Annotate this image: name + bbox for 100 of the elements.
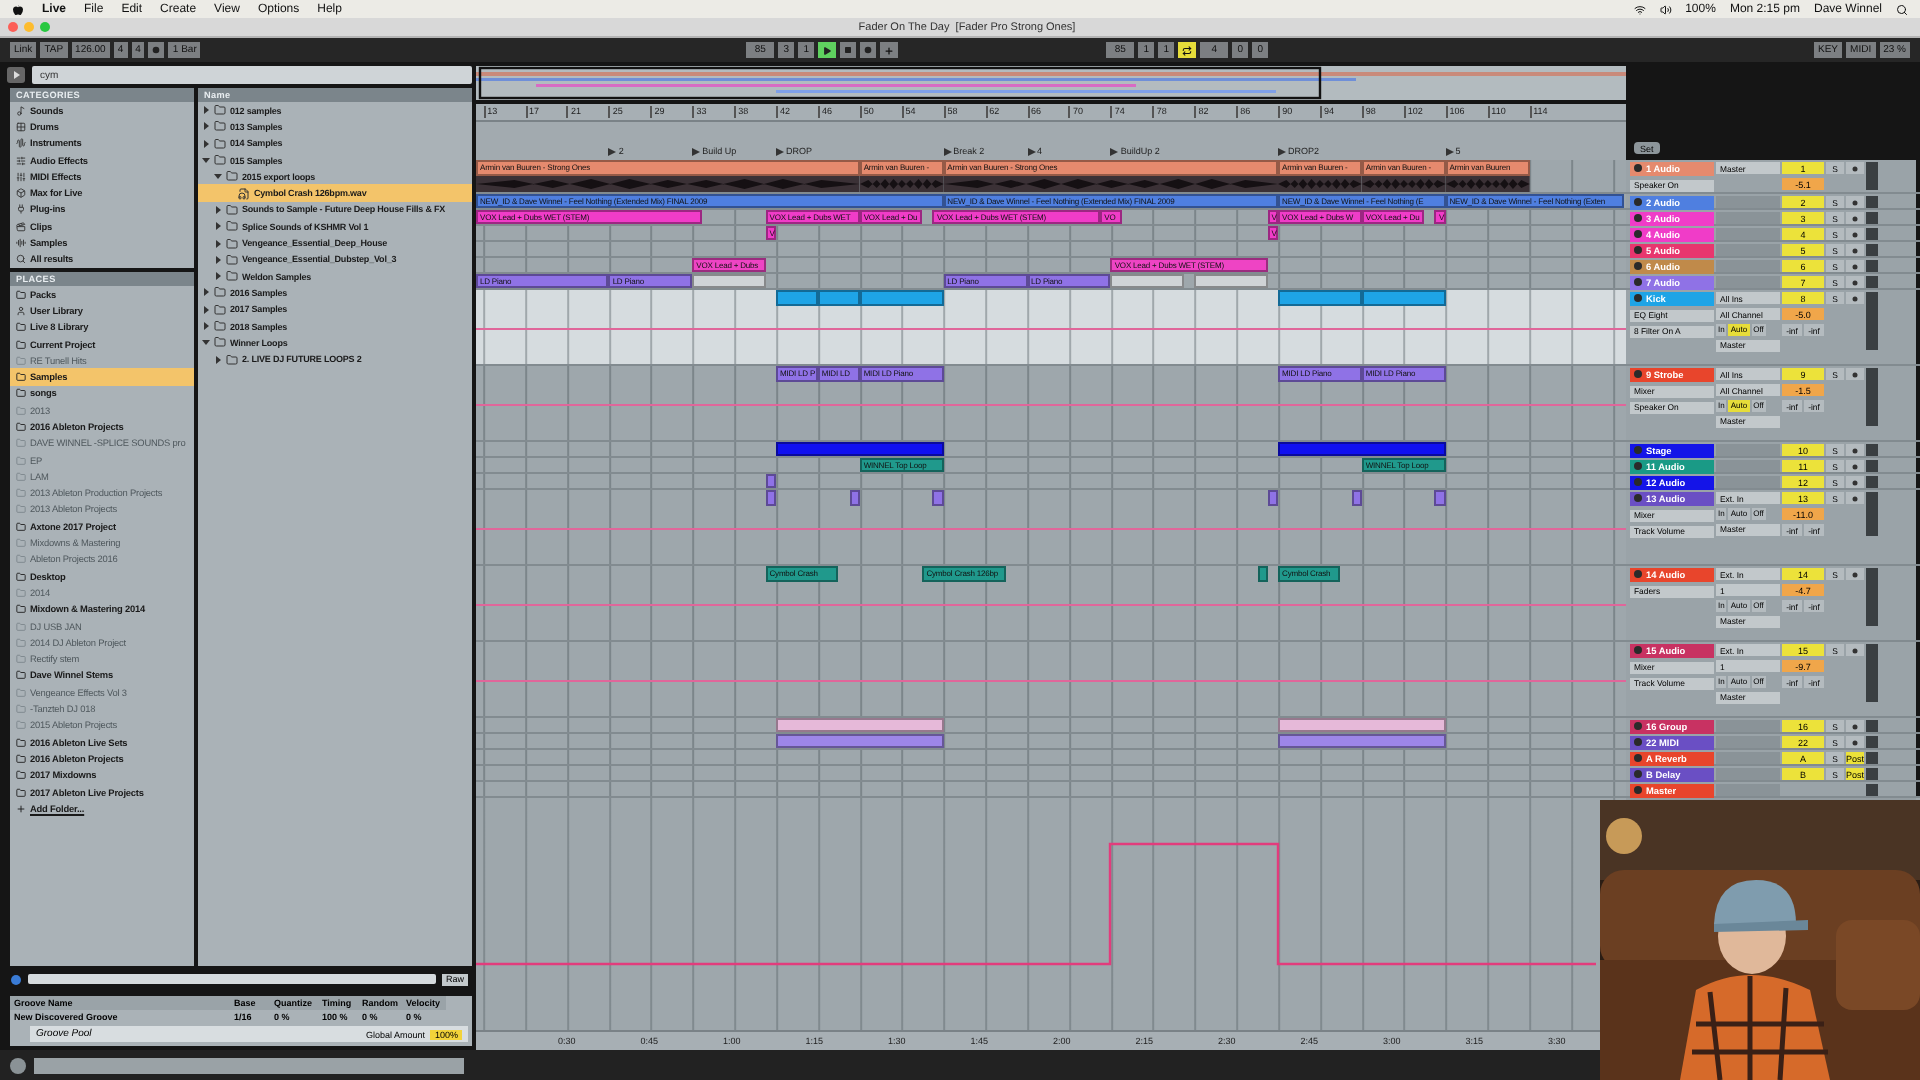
clip[interactable]	[1361, 290, 1446, 306]
clip[interactable]	[765, 474, 776, 488]
play-button[interactable]	[818, 42, 837, 58]
folder-icon	[226, 220, 238, 233]
folder-icon	[16, 421, 26, 432]
record-icon	[1852, 479, 1858, 485]
sliders-icon	[16, 171, 26, 182]
apple-icon[interactable]	[12, 3, 24, 15]
arm-button[interactable]	[1846, 196, 1864, 208]
status-icon[interactable]	[10, 1057, 26, 1073]
arm-button[interactable]	[1846, 460, 1864, 472]
wifi-icon[interactable]	[1633, 3, 1646, 15]
folder-icon	[16, 704, 26, 715]
arm-button[interactable]	[1846, 260, 1864, 272]
arm-button[interactable]	[1846, 644, 1864, 656]
browser-toggle-icon[interactable]	[6, 66, 26, 84]
arm-button[interactable]	[1846, 568, 1864, 580]
grid-icon	[16, 121, 26, 132]
arm-button[interactable]	[1846, 228, 1864, 240]
arm-button[interactable]	[1846, 212, 1864, 224]
search-icon	[16, 254, 26, 265]
clip[interactable]	[1434, 490, 1446, 506]
arm-button[interactable]	[1846, 244, 1864, 256]
folder-icon	[16, 488, 26, 499]
collapsed-caret-icon	[214, 355, 222, 364]
arm-button[interactable]	[1846, 162, 1864, 174]
overdub-button[interactable]	[880, 42, 899, 58]
person-icon	[16, 305, 26, 316]
record-icon	[1852, 199, 1858, 205]
clip[interactable]	[859, 290, 944, 306]
clip[interactable]	[776, 290, 818, 306]
stop-button[interactable]	[840, 42, 857, 58]
folder-icon	[214, 303, 226, 316]
clip[interactable]	[817, 290, 860, 306]
folder-icon	[16, 405, 26, 416]
clip[interactable]	[1351, 490, 1362, 506]
folder-icon	[16, 753, 26, 764]
plug-icon	[16, 204, 26, 215]
arm-button[interactable]	[1846, 444, 1864, 456]
arm-button[interactable]	[1846, 292, 1864, 304]
level-meter	[1866, 568, 1878, 625]
clip[interactable]	[776, 718, 944, 732]
folder-icon	[16, 770, 26, 781]
level-meter	[1866, 162, 1878, 189]
record-icon	[1852, 247, 1858, 253]
clip[interactable]	[776, 734, 944, 748]
record-icon	[1852, 279, 1858, 285]
clip[interactable]	[692, 274, 766, 288]
clip[interactable]	[1267, 490, 1279, 506]
close-button[interactable]	[8, 22, 18, 32]
loop-button[interactable]	[1178, 42, 1197, 58]
record-icon	[1852, 371, 1858, 377]
expanded-caret-icon	[202, 338, 210, 347]
preview-icon[interactable]	[10, 973, 22, 985]
folder-icon	[16, 538, 26, 549]
arm-button[interactable]	[1846, 368, 1864, 380]
clip[interactable]	[1278, 734, 1446, 748]
folder-icon	[214, 120, 226, 133]
record-icon	[1852, 215, 1858, 221]
folder-icon	[214, 137, 226, 150]
clip[interactable]	[1110, 274, 1184, 288]
clip[interactable]	[765, 490, 776, 506]
search-icon[interactable]	[1896, 3, 1908, 15]
clip[interactable]	[1278, 442, 1446, 456]
folder-icon	[16, 504, 26, 515]
clip[interactable]	[776, 442, 944, 456]
record-icon	[1852, 447, 1858, 453]
arm-button[interactable]	[1846, 476, 1864, 488]
clapperboard-icon	[16, 221, 26, 232]
clip[interactable]	[1278, 718, 1446, 732]
record-button[interactable]	[860, 42, 877, 58]
folder-icon	[214, 286, 226, 299]
clip[interactable]	[849, 490, 860, 506]
folder-icon	[16, 720, 26, 731]
arm-button[interactable]	[1846, 492, 1864, 504]
clip[interactable]	[1194, 274, 1268, 288]
clip[interactable]	[1278, 290, 1362, 306]
folder-icon	[16, 554, 26, 565]
record-icon	[1852, 495, 1858, 501]
folder-icon	[16, 687, 26, 698]
folder-icon	[226, 203, 238, 216]
play-icon	[822, 45, 833, 55]
clip[interactable]	[1257, 566, 1268, 582]
arm-button[interactable]	[1846, 736, 1864, 748]
metronome-icon	[152, 46, 161, 54]
plus-icon	[16, 803, 26, 814]
metronome-button[interactable]	[148, 42, 165, 58]
volume-icon[interactable]	[1659, 3, 1672, 15]
folder-icon	[226, 170, 238, 183]
clip[interactable]	[932, 490, 944, 506]
record-icon	[1852, 571, 1858, 577]
sliders-icon	[16, 155, 26, 166]
arm-button[interactable]	[1846, 276, 1864, 288]
record-icon	[1852, 723, 1858, 729]
folder-icon	[16, 787, 26, 798]
arm-button[interactable]	[1846, 720, 1864, 732]
folder-icon	[16, 372, 26, 383]
overview-drawing[interactable]	[476, 66, 1626, 100]
folder-icon	[226, 353, 238, 366]
loop-icon	[1182, 45, 1193, 55]
